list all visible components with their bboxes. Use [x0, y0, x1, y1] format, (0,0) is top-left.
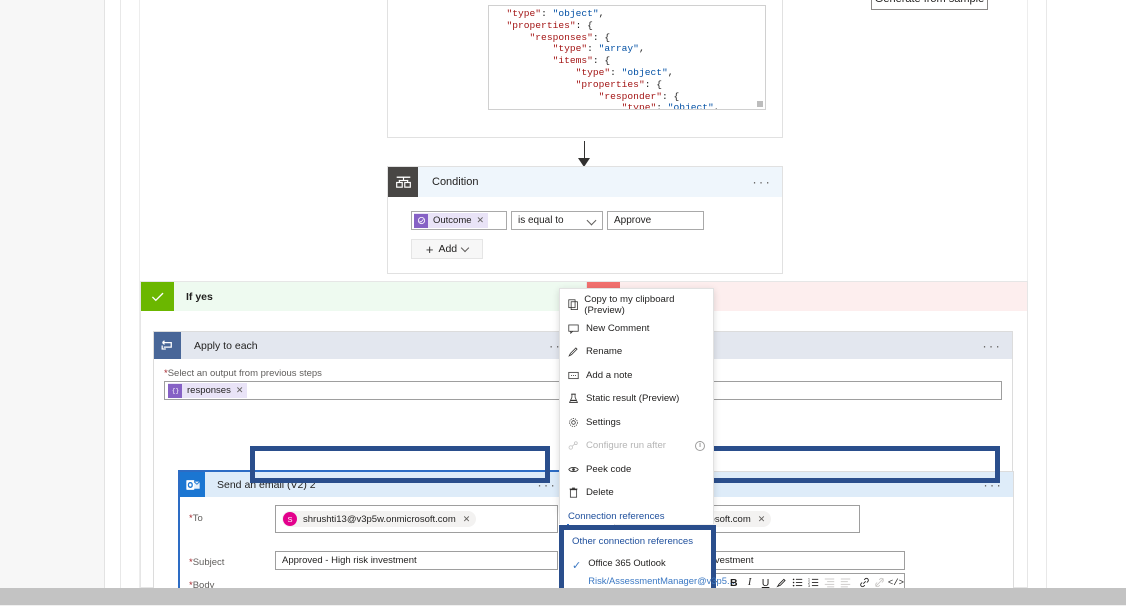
- check-icon: ✓: [572, 560, 582, 572]
- condition-title: Condition: [432, 176, 479, 188]
- condition-overflow-menu[interactable]: ···: [752, 176, 772, 189]
- apply-to-each-overflow-right[interactable]: ···: [982, 339, 1002, 352]
- send-email-overflow-right[interactable]: ···: [983, 478, 1003, 491]
- condition-icon: [388, 167, 418, 197]
- context-menu-item-label: New Comment: [586, 322, 650, 334]
- app-root: "type": "object", "properties": { "respo…: [0, 0, 1126, 606]
- context-menu-item-label: Copy to my clipboard (Preview): [584, 293, 675, 316]
- recipient-remove-left[interactable]: ✕: [463, 514, 471, 525]
- schema-code-text: "type": "object", "properties": { "respo…: [506, 8, 720, 110]
- context-menu-item-label: Static result (Preview): [586, 393, 680, 405]
- recipient-chip-left[interactable]: S shrushti13@v3p5w.onmicrosoft.com ✕: [282, 511, 477, 527]
- condition-left-operand-field[interactable]: Outcome ✕: [411, 211, 507, 230]
- send-email-overflow-left[interactable]: ···: [537, 478, 557, 491]
- context-menu-item-label: Peek code: [586, 463, 632, 475]
- expression-icon: [414, 213, 428, 228]
- condition-row: Outcome ✕ is equal to Approve: [411, 211, 782, 230]
- to-label-left: *To: [189, 513, 203, 524]
- condition-header[interactable]: Condition ···: [388, 167, 782, 197]
- avatar: S: [283, 512, 297, 526]
- outcome-token-label: Outcome: [433, 215, 472, 226]
- condition-value-input[interactable]: Approve: [607, 211, 704, 230]
- send-email-header-left[interactable]: Send an email (V2) 2 ···: [180, 472, 567, 497]
- subject-field-left[interactable]: Approved - High risk investment: [275, 551, 558, 570]
- condition-body: Outcome ✕ is equal to Approve + Add: [388, 197, 782, 259]
- gutter-divider-4: [1046, 0, 1047, 588]
- context-menu-item-label: Settings: [586, 416, 621, 428]
- apply-to-each-title: Apply to each: [194, 339, 258, 352]
- left-gutter: [0, 0, 105, 588]
- if-yes-header: If yes: [141, 282, 586, 311]
- info-icon[interactable]: i: [695, 440, 705, 451]
- context-menu-item-5[interactable]: Settings: [560, 411, 713, 435]
- note-icon: [568, 370, 586, 381]
- responses-token-remove[interactable]: ✕: [236, 385, 244, 396]
- if-yes-label: If yes: [186, 290, 213, 303]
- other-connection-references-panel: Other connection references ✓ Office 365…: [559, 525, 735, 595]
- context-menu-item-7[interactable]: Peek code: [560, 458, 713, 482]
- send-email-card-left: Send an email (V2) 2 ··· *To S shrushti1…: [179, 471, 568, 606]
- connection-account: Risk/AssessmentManager@v3p5...: [588, 575, 735, 586]
- checkmark-icon: [141, 282, 174, 311]
- plus-icon: +: [425, 241, 434, 257]
- context-menu: Copy to my clipboard (Preview) New Commen…: [559, 288, 714, 510]
- send-email-title-left: Send an email (V2) 2: [217, 478, 316, 491]
- condition-value-text: Approve: [614, 215, 652, 226]
- context-menu-item-label: Rename: [586, 346, 623, 358]
- context-menu-item-label: Delete: [586, 487, 614, 499]
- gear-icon: [568, 417, 586, 428]
- horizontal-scrollbar-thumb[interactable]: [0, 588, 1126, 605]
- context-menu-item-3[interactable]: Add a note: [560, 364, 713, 388]
- run-after-icon: [568, 440, 586, 451]
- context-menu-item-4[interactable]: Static result (Preview): [560, 387, 713, 411]
- gutter-divider-1: [120, 0, 121, 588]
- copy-icon: [568, 299, 584, 311]
- chevron-down-icon: [586, 215, 597, 226]
- condition-card: Condition ··· Outcome ✕ is equal to Appr…: [387, 166, 783, 274]
- context-menu-item-label: Add a note: [586, 369, 633, 381]
- outlook-icon: [180, 472, 205, 497]
- outcome-token[interactable]: Outcome ✕: [414, 213, 489, 228]
- trash-icon: [568, 487, 586, 498]
- schema-scroll-handle[interactable]: [757, 101, 763, 107]
- subject-value-left: Approved - High risk investment: [282, 555, 417, 566]
- recipient-email-left: shrushti13@v3p5w.onmicrosoft.com: [303, 513, 456, 525]
- svg-text:{}: {}: [171, 388, 178, 395]
- outcome-token-remove[interactable]: ✕: [477, 215, 485, 226]
- condition-add-button[interactable]: + Add: [411, 239, 483, 259]
- loop-icon: [154, 332, 181, 359]
- context-menu-item-label: Configure run after: [586, 440, 666, 452]
- responses-token[interactable]: {} responses ✕: [168, 383, 248, 398]
- to-field-left[interactable]: S shrushti13@v3p5w.onmicrosoft.com ✕: [275, 505, 558, 533]
- responses-token-label: responses: [187, 385, 231, 396]
- apply-to-each-field-label-text: Select an output from previous steps: [167, 368, 322, 379]
- pencil-icon: [568, 346, 586, 357]
- beaker-icon: [568, 393, 586, 404]
- horizontal-scrollbar-track[interactable]: [0, 588, 1126, 606]
- context-menu-item-1[interactable]: New Comment: [560, 317, 713, 341]
- context-menu-item-2[interactable]: Rename: [560, 340, 713, 364]
- generate-from-sample-button[interactable]: Generate from sample: [871, 0, 988, 10]
- to-label-left-text: To: [192, 513, 203, 524]
- context-menu-item-0[interactable]: Copy to my clipboard (Preview): [560, 293, 713, 317]
- condition-operator-select[interactable]: is equal to: [511, 211, 603, 230]
- subject-label-left-text: Subject: [192, 557, 225, 568]
- context-menu-item-6: Configure run after i: [560, 434, 713, 458]
- condition-add-label: Add: [438, 243, 458, 255]
- condition-operator-value: is equal to: [518, 215, 564, 226]
- expression-icon: {}: [168, 383, 182, 398]
- eye-icon: [568, 464, 586, 475]
- comment-icon: [568, 323, 586, 334]
- schema-card: "type": "object", "properties": { "respo…: [387, 0, 988, 138]
- context-menu-item-8[interactable]: Delete: [560, 481, 713, 505]
- chevron-down-icon: [460, 243, 470, 252]
- connection-reference-item[interactable]: ✓ Office 365 Outlook Risk/AssessmentMana…: [572, 553, 735, 589]
- connection-name: Office 365 Outlook: [588, 557, 666, 568]
- recipient-remove-right[interactable]: ✕: [758, 514, 766, 525]
- other-connection-references-title: Other connection references: [572, 536, 694, 547]
- connection-references-header[interactable]: Connection references: [559, 508, 714, 524]
- schema-code-box[interactable]: "type": "object", "properties": { "respo…: [488, 5, 766, 110]
- subject-label-left: *Subject: [189, 557, 224, 568]
